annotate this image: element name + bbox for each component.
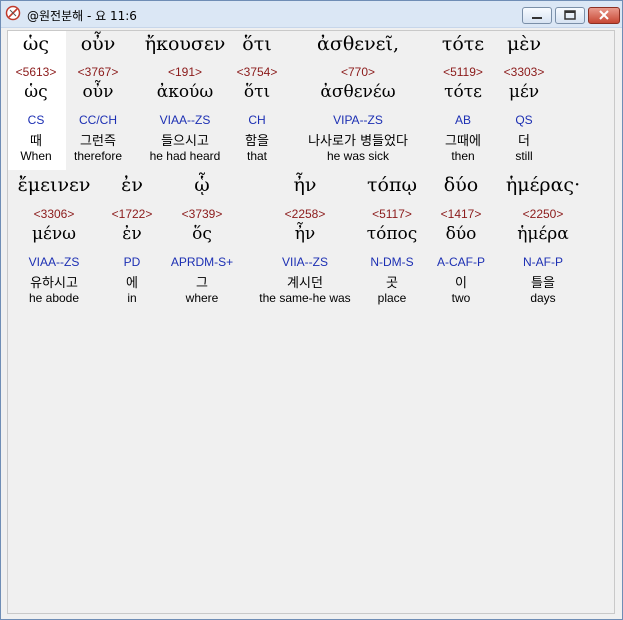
word-korean[interactable]: 더 [424,130,623,149]
app-window: @원전분해 - 요 11:6 ὡς <5613> ὡς CS 때 When οὖν <3767… [0,0,623,620]
close-icon [599,10,609,20]
app-icon[interactable] [5,5,21,21]
word-english[interactable]: days [443,291,623,305]
word-lemma[interactable]: ἡμέρα [443,224,623,244]
close-button[interactable] [588,7,620,24]
word-parsing[interactable]: QS [424,113,623,127]
maximize-icon [564,10,576,20]
word-number[interactable]: <3303> [424,65,623,79]
title-bar[interactable]: @원전분해 - 요 11:6 [1,1,622,28]
window-title: @원전분해 - 요 11:6 [27,9,137,23]
minimize-button[interactable] [522,7,552,24]
word-korean[interactable]: 틀을 [443,272,623,291]
interlinear-panel: ὡς <5613> ὡς CS 때 When οὖν <3767> οὖν CC/CH 그런즉 the… [7,30,615,614]
maximize-button[interactable] [555,7,585,24]
word-greek[interactable]: μὲν [424,33,623,55]
word-english[interactable]: still [424,149,623,163]
word-greek[interactable]: ἡμέρας· [443,174,623,196]
word-lemma[interactable]: μέν [424,82,623,102]
word-number[interactable]: <2250> [443,207,623,221]
minimize-icon [532,17,542,19]
word-parsing[interactable]: N-AF-P [443,255,623,269]
